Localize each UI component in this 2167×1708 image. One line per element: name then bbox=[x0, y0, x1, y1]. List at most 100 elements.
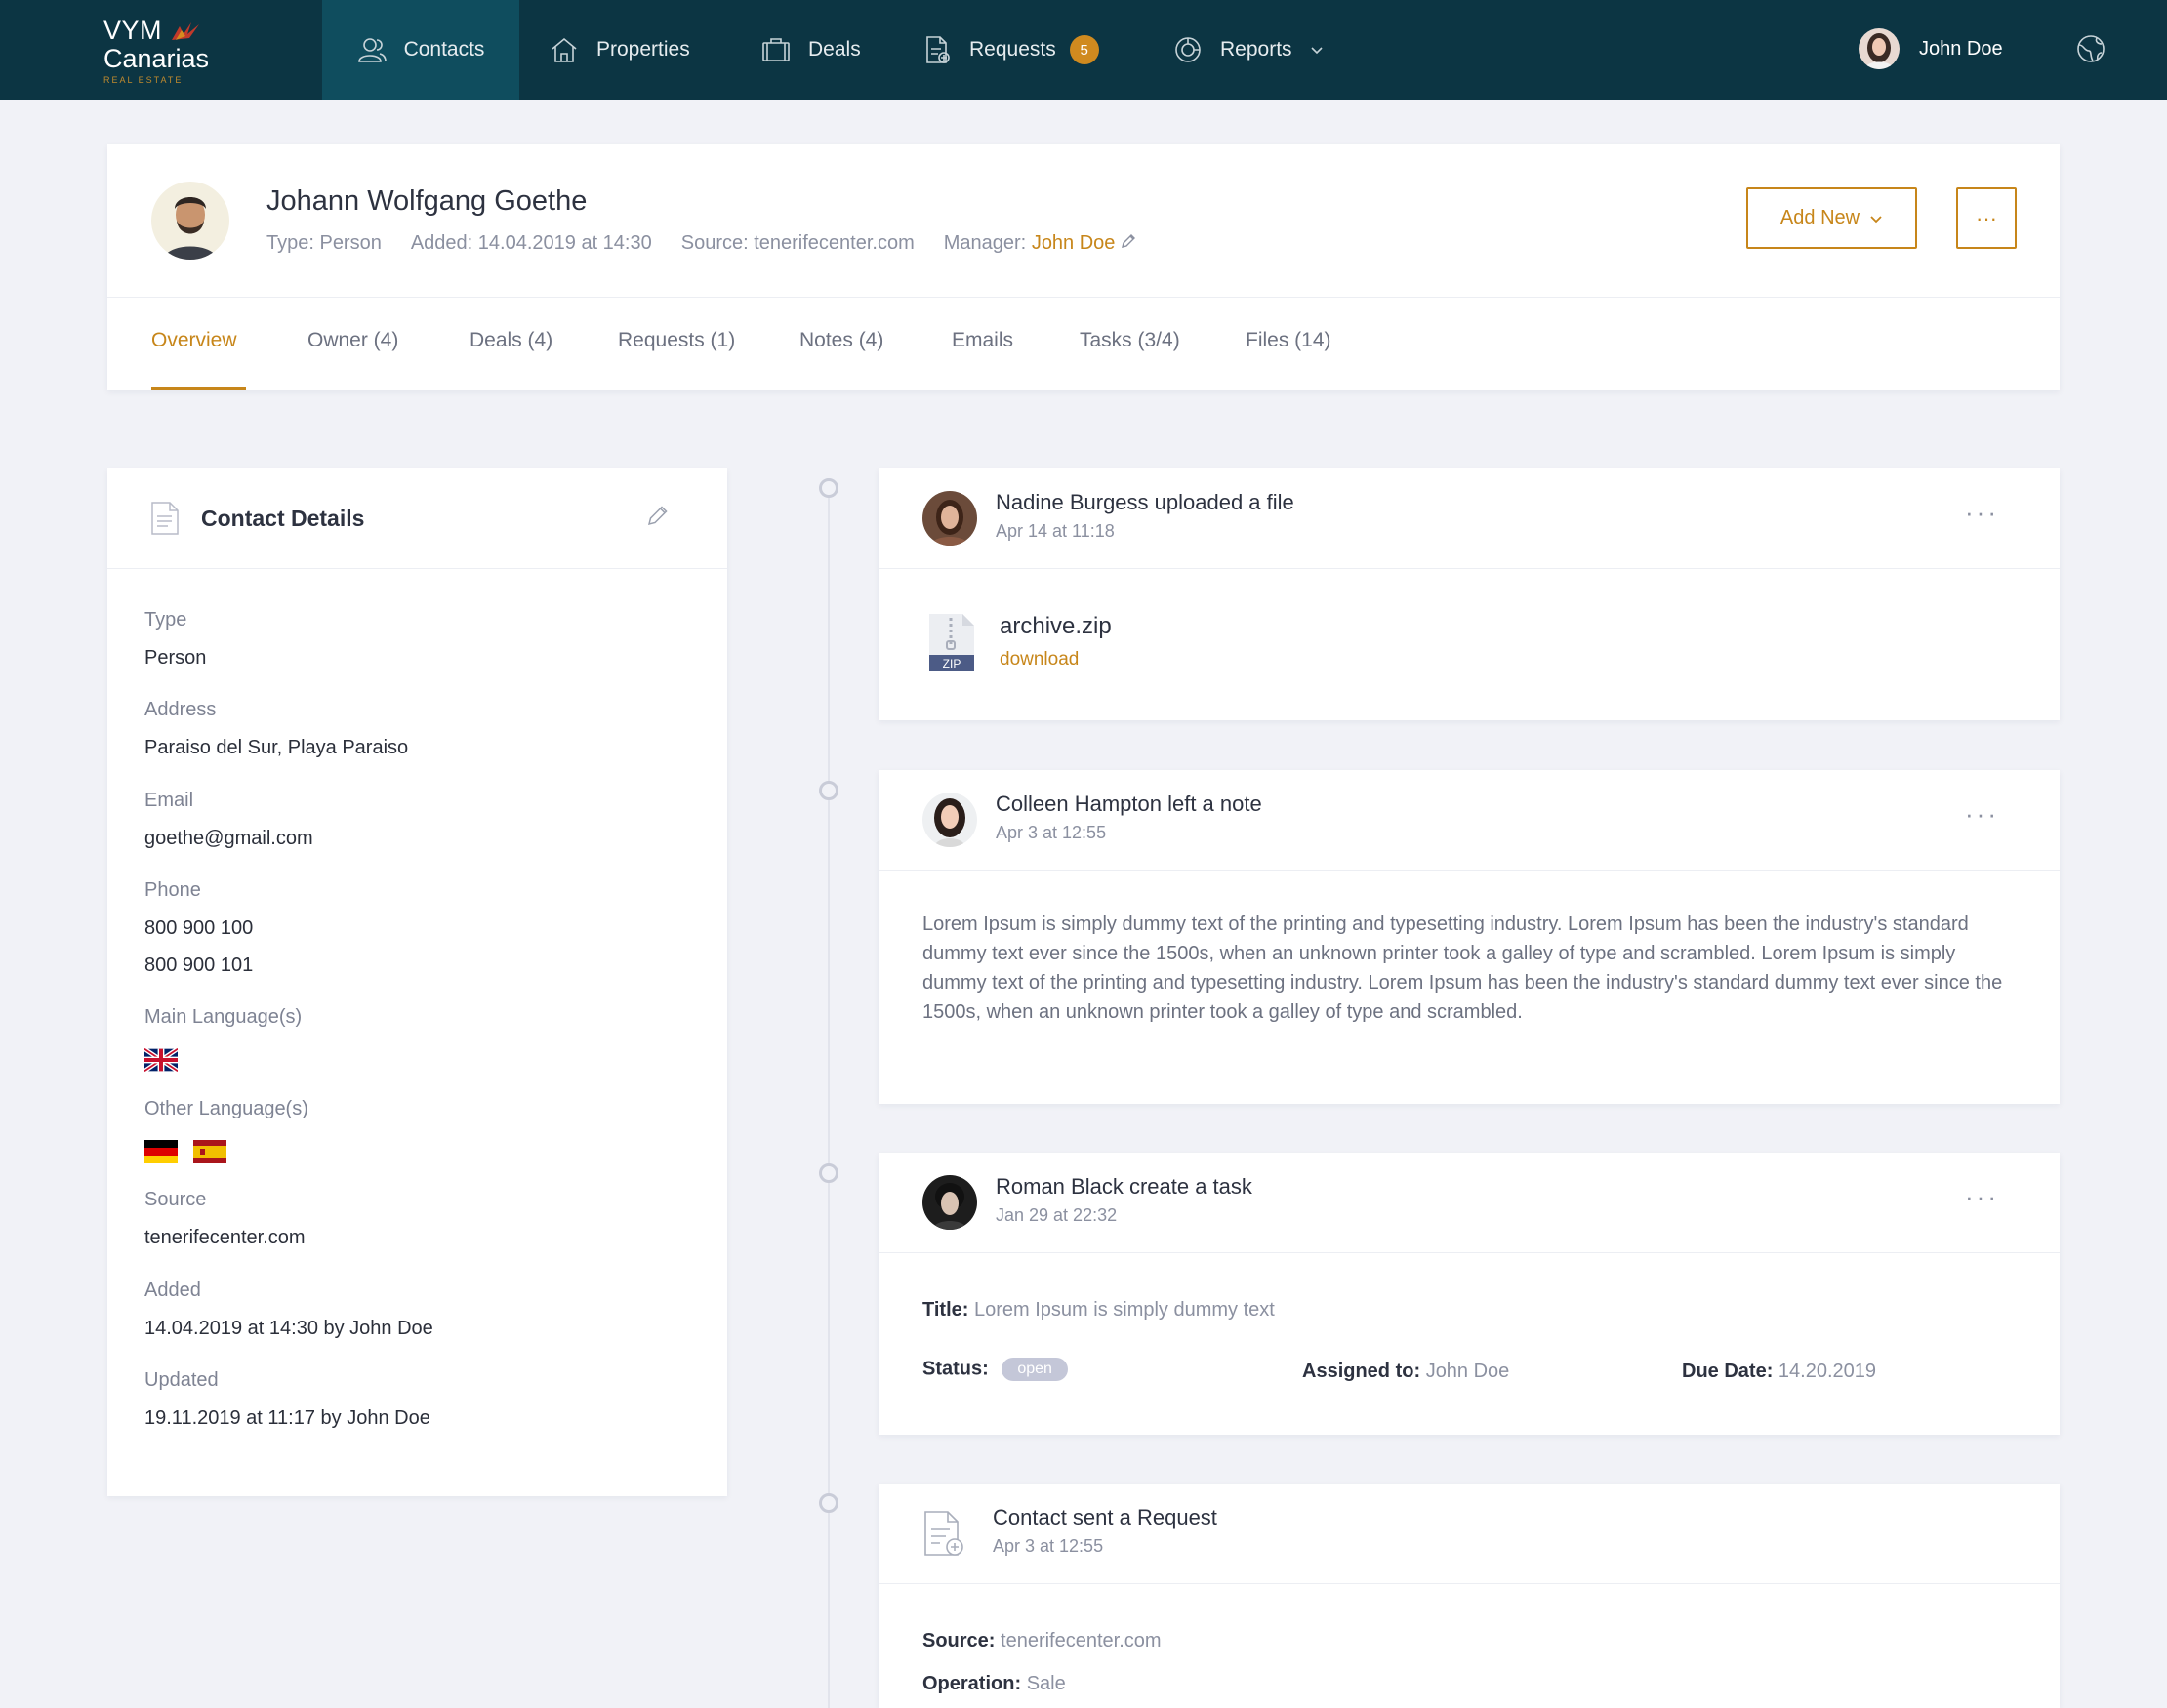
more-options-label: ··· bbox=[1976, 205, 1997, 230]
top-navigation-bar: VYM Canarias REAL ESTATE Contacts Proper… bbox=[0, 0, 2167, 100]
nav-requests-label: Requests bbox=[969, 38, 1056, 61]
task-assigned-value: John Doe bbox=[1425, 1361, 1510, 1382]
tab-owner[interactable]: Owner (4) bbox=[307, 329, 398, 352]
updated-label: Updated bbox=[144, 1369, 219, 1391]
task-title-label: Title: bbox=[922, 1299, 969, 1321]
activity-header: Contact sent a Request Apr 3 at 12:55 bbox=[879, 1484, 2060, 1584]
email-label: Email bbox=[144, 790, 194, 811]
briefcase-icon bbox=[762, 38, 790, 61]
nav-contacts-label: Contacts bbox=[403, 38, 485, 61]
tab-notes[interactable]: Notes (4) bbox=[799, 329, 883, 352]
task-due-value: 14.20.2019 bbox=[1778, 1361, 1877, 1382]
file-name: archive.zip bbox=[1000, 613, 1112, 639]
download-link[interactable]: download bbox=[1000, 649, 1079, 671]
nav-properties[interactable]: Properties bbox=[550, 0, 690, 100]
task-title: Title: Lorem Ipsum is simply dummy text bbox=[922, 1299, 1275, 1322]
address-value: Paraiso del Sur, Playa Paraiso bbox=[144, 737, 409, 758]
nav-contacts[interactable]: Contacts bbox=[322, 0, 519, 100]
tab-overview[interactable]: Overview bbox=[151, 329, 237, 352]
logo[interactable]: VYM Canarias REAL ESTATE bbox=[103, 16, 209, 86]
contact-tabs: Overview Owner (4) Deals (4) Requests (1… bbox=[107, 298, 2060, 390]
activity-menu-button[interactable]: ··· bbox=[1965, 498, 1999, 528]
contact-avatar bbox=[151, 182, 229, 260]
activity-time: Apr 14 at 11:18 bbox=[996, 521, 1115, 541]
nav-deals[interactable]: Deals bbox=[761, 0, 861, 100]
tab-emails[interactable]: Emails bbox=[952, 329, 1013, 352]
added-value: 14.04.2019 at 14:30 by John Doe bbox=[144, 1318, 433, 1339]
request-source: Source: tenerifecenter.com bbox=[922, 1630, 1162, 1652]
document-icon bbox=[151, 502, 179, 535]
request-operation-label: Operation: bbox=[922, 1673, 1022, 1694]
requests-count-badge: 5 bbox=[1069, 35, 1099, 64]
request-source-value: tenerifecenter.com bbox=[1001, 1630, 1162, 1651]
user-avatar bbox=[1859, 28, 1900, 69]
phone-label: Phone bbox=[144, 879, 201, 901]
spain-flag-icon bbox=[193, 1140, 226, 1163]
add-new-label: Add New bbox=[1779, 207, 1860, 228]
phone-value-2[interactable]: 800 900 101 bbox=[144, 955, 253, 977]
logo-tagline: REAL ESTATE bbox=[103, 75, 184, 85]
task-title-value: Lorem Ipsum is simply dummy text bbox=[973, 1299, 1275, 1321]
activity-header: Roman Black create a task Jan 29 at 22:3… bbox=[879, 1153, 2060, 1253]
task-due-date: Due Date: 14.20.2019 bbox=[1682, 1361, 1876, 1383]
email-value[interactable]: goethe@gmail.com bbox=[144, 828, 313, 850]
globe-icon[interactable] bbox=[2075, 33, 2106, 64]
edit-pencil-icon[interactable] bbox=[646, 504, 670, 527]
request-operation-value: Sale bbox=[1026, 1673, 1066, 1694]
pencil-icon[interactable] bbox=[1121, 233, 1136, 249]
user-menu[interactable]: John Doe bbox=[1859, 28, 2003, 69]
user-name: John Doe bbox=[1919, 37, 2003, 60]
uk-flag-icon bbox=[144, 1048, 178, 1072]
timeline-dot bbox=[819, 1163, 838, 1183]
tab-files[interactable]: Files (14) bbox=[1246, 329, 1331, 352]
logo-line1: VYM bbox=[103, 16, 163, 45]
activity-request: Contact sent a Request Apr 3 at 12:55 So… bbox=[879, 1484, 2060, 1708]
task-due-label: Due Date: bbox=[1682, 1361, 1774, 1382]
tab-requests[interactable]: Requests (1) bbox=[618, 329, 735, 352]
nav-reports-label: Reports bbox=[1220, 38, 1292, 61]
activity-title: Colleen Hampton left a note bbox=[996, 792, 1262, 816]
contact-source: Source: tenerifecenter.com bbox=[680, 232, 915, 254]
task-status: Status: open bbox=[922, 1358, 1068, 1381]
activity-time: Apr 3 at 12:55 bbox=[993, 1536, 1104, 1556]
active-tab-indicator bbox=[151, 387, 246, 390]
chevron-down-icon bbox=[1870, 215, 1882, 223]
source-label: Source bbox=[144, 1189, 207, 1210]
activity-menu-button[interactable]: ··· bbox=[1965, 1182, 1999, 1212]
task-assigned: Assigned to: John Doe bbox=[1302, 1361, 1509, 1383]
activity-task: Roman Black create a task Jan 29 at 22:3… bbox=[879, 1153, 2060, 1435]
nav-properties-label: Properties bbox=[596, 38, 690, 61]
added-label: Added bbox=[144, 1280, 201, 1301]
activity-time: Apr 3 at 12:55 bbox=[996, 823, 1107, 842]
contact-manager: Manager: John Doe bbox=[944, 232, 1136, 255]
contact-type: Type: Person bbox=[266, 232, 382, 254]
tab-deals[interactable]: Deals (4) bbox=[470, 329, 552, 352]
phone-value-1[interactable]: 800 900 100 bbox=[144, 917, 253, 940]
contact-summary: Johann Wolfgang Goethe Type: Person Adde… bbox=[107, 144, 2060, 298]
contact-details-card: Contact Details Type Person Address Para… bbox=[107, 468, 727, 1496]
note-text: Lorem Ipsum is simply dummy text of the … bbox=[922, 914, 2003, 1023]
contact-details-title: Contact Details bbox=[201, 506, 365, 531]
nav-reports[interactable]: Reports bbox=[1173, 0, 1324, 100]
more-options-button[interactable]: ··· bbox=[1956, 187, 2017, 249]
zip-file-type: ZIP bbox=[943, 657, 961, 671]
contact-name: Johann Wolfgang Goethe bbox=[266, 185, 588, 217]
activity-menu-button[interactable]: ··· bbox=[1965, 799, 1999, 830]
contact-meta: Type: Person Added: 14.04.2019 at 14:30 … bbox=[266, 232, 1136, 255]
updated-value: 19.11.2019 at 11:17 by John Doe bbox=[144, 1407, 430, 1429]
manager-name-link[interactable]: John Doe bbox=[1032, 232, 1116, 254]
contacts-icon bbox=[357, 38, 387, 62]
activity-header: Nadine Burgess uploaded a file Apr 14 at… bbox=[879, 468, 2060, 569]
activity-title: Contact sent a Request bbox=[993, 1505, 1217, 1529]
contact-details-header: Contact Details bbox=[107, 468, 727, 569]
request-document-icon bbox=[924, 1511, 963, 1556]
activity-title: Nadine Burgess uploaded a file bbox=[996, 490, 1294, 514]
tab-tasks[interactable]: Tasks (3/4) bbox=[1080, 329, 1180, 352]
add-new-button[interactable]: Add New bbox=[1746, 187, 1917, 249]
manager-label: Manager: bbox=[943, 232, 1027, 254]
nav-requests[interactable]: Requests 5 bbox=[924, 0, 1099, 100]
activity-avatar bbox=[922, 491, 977, 546]
reports-chart-icon bbox=[1175, 37, 1201, 62]
activity-time: Jan 29 at 22:32 bbox=[996, 1205, 1118, 1225]
activity-note: Colleen Hampton left a note Apr 3 at 12:… bbox=[879, 770, 2060, 1104]
